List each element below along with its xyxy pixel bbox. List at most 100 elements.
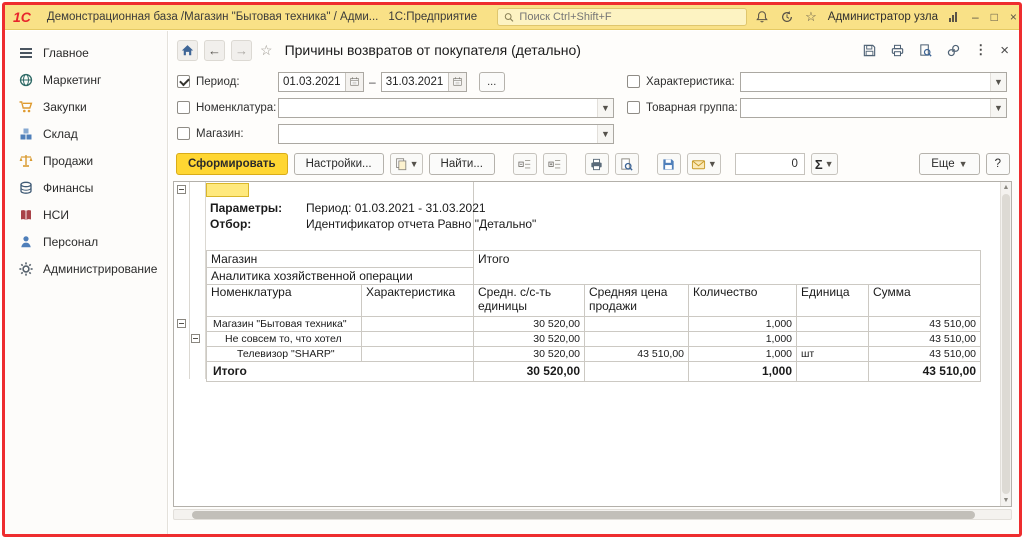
column-header[interactable]: Сумма [869, 285, 981, 317]
generate-button[interactable]: Сформировать [176, 153, 288, 175]
history-icon[interactable] [780, 10, 794, 24]
group-collapse-box[interactable] [191, 334, 200, 343]
cell-unit[interactable] [797, 362, 869, 382]
forward-button[interactable]: → [231, 40, 252, 61]
characteristic-field[interactable]: ▼ [740, 72, 1007, 92]
cell-sum[interactable]: 43 510,00 [869, 317, 981, 332]
send-mail-button[interactable]: ▼ [687, 153, 721, 175]
product-group-field[interactable]: ▼ [740, 98, 1007, 118]
cell-qty[interactable]: 1,000 [689, 347, 797, 362]
period-more-button[interactable]: ... [479, 72, 505, 92]
sidebar-item-nsi[interactable]: НСИ [5, 201, 167, 228]
sidebar-item-marketing[interactable]: Маркетинг [5, 66, 167, 93]
nomenclature-field[interactable]: ▼ [278, 98, 614, 118]
global-search[interactable] [497, 8, 747, 26]
minimize-button[interactable]: – [972, 11, 979, 23]
sidebar-item-personnel[interactable]: Персонал [5, 228, 167, 255]
expand-groups-button[interactable] [543, 153, 567, 175]
report-variants-button[interactable]: ▼ [390, 153, 423, 175]
sidebar-item-main[interactable]: Главное [5, 39, 167, 66]
period-from-input[interactable] [279, 76, 345, 88]
dropdown-arrow-icon[interactable]: ▼ [990, 73, 1006, 91]
cell-price[interactable] [585, 332, 689, 347]
cell-name[interactable]: Телевизор "SHARP" [207, 347, 362, 362]
save-icon[interactable] [862, 43, 877, 58]
find-button[interactable]: Найти... [429, 153, 495, 175]
vertical-scrollbar[interactable]: ▲ ▼ [1000, 182, 1011, 506]
group-collapse-box[interactable] [177, 319, 186, 328]
cell-price[interactable] [585, 362, 689, 382]
cell-unit[interactable] [797, 332, 869, 347]
group-collapse-box[interactable] [177, 185, 186, 194]
product-group-checkbox[interactable] [627, 101, 640, 114]
cell-price[interactable]: 43 510,00 [585, 347, 689, 362]
dropdown-arrow-icon[interactable]: ▼ [597, 125, 613, 143]
column-header[interactable]: Средн. с/с-ть единицы [474, 285, 585, 317]
more-button[interactable]: Еще ▼ [919, 153, 979, 175]
cell-qty[interactable]: 1,000 [689, 362, 797, 382]
settings-button[interactable]: Настройки... [294, 153, 384, 175]
period-to-field[interactable] [381, 72, 467, 92]
sidebar-item-warehouse[interactable]: Склад [5, 120, 167, 147]
calendar-icon[interactable] [448, 73, 466, 91]
spreadsheet[interactable]: Параметры: Период: 01.03.2021 - 31.03.20… [174, 182, 1000, 506]
cell-sum[interactable]: 43 510,00 [869, 332, 981, 347]
cell-cost[interactable]: 30 520,00 [474, 347, 585, 362]
preview-button[interactable] [615, 153, 639, 175]
cell-price[interactable] [585, 317, 689, 332]
cell-name[interactable]: Магазин "Бытовая техника" [207, 317, 362, 332]
cell-unit[interactable] [797, 317, 869, 332]
column-header[interactable]: Характеристика [362, 285, 474, 317]
column-header[interactable]: Средняя цена продажи [585, 285, 689, 317]
notifications-bell-icon[interactable] [755, 10, 769, 24]
cell-characteristic[interactable] [362, 347, 474, 362]
connection-icon[interactable] [949, 12, 957, 22]
user-menu[interactable]: Администратор узла [828, 11, 938, 23]
store-checkbox[interactable] [177, 127, 190, 140]
scroll-up-icon[interactable]: ▲ [1001, 184, 1011, 191]
scroll-down-icon[interactable]: ▼ [1001, 497, 1011, 504]
collapse-groups-button[interactable] [513, 153, 537, 175]
column-header[interactable]: Единица [797, 285, 869, 317]
horizontal-scrollbar[interactable] [173, 509, 1012, 520]
cell-total-label[interactable]: Итого [207, 362, 474, 382]
preview-icon[interactable] [918, 43, 933, 58]
cell-unit[interactable]: шт [797, 347, 869, 362]
home-button[interactable] [177, 40, 198, 61]
calendar-icon[interactable] [345, 73, 363, 91]
print-icon[interactable] [890, 43, 905, 58]
header-cell-total[interactable]: Итого [474, 251, 981, 285]
column-header[interactable]: Номенклатура [207, 285, 362, 317]
cell-characteristic[interactable] [362, 332, 474, 347]
sidebar-item-sales[interactable]: Продажи [5, 147, 167, 174]
favorites-star-icon[interactable]: ☆ [805, 9, 817, 25]
period-from-field[interactable] [278, 72, 364, 92]
favorite-star-icon[interactable]: ☆ [260, 42, 273, 59]
cell-qty[interactable]: 1,000 [689, 317, 797, 332]
sidebar-item-purchases[interactable]: Закупки [5, 93, 167, 120]
header-cell-store[interactable]: Магазин [207, 251, 474, 268]
sidebar-item-administration[interactable]: Администрирование [5, 255, 167, 282]
period-checkbox[interactable] [177, 75, 190, 88]
cell-cost[interactable]: 30 520,00 [474, 362, 585, 382]
cell-sum[interactable]: 43 510,00 [869, 347, 981, 362]
cell-qty[interactable]: 1,000 [689, 332, 797, 347]
characteristic-checkbox[interactable] [627, 75, 640, 88]
dropdown-arrow-icon[interactable]: ▼ [990, 99, 1006, 117]
help-button[interactable]: ? [986, 153, 1010, 175]
column-header[interactable]: Количество [689, 285, 797, 317]
print-button[interactable] [585, 153, 609, 175]
search-input[interactable] [519, 11, 740, 23]
sigma-button[interactable]: Σ ▼ [811, 153, 838, 175]
cell-cost[interactable]: 30 520,00 [474, 332, 585, 347]
header-cell-analytics[interactable]: Аналитика хозяйственной операции [207, 268, 474, 285]
cell-cost[interactable]: 30 520,00 [474, 317, 585, 332]
dropdown-arrow-icon[interactable]: ▼ [597, 99, 613, 117]
cell-name[interactable]: Не совсем то, что хотел [207, 332, 362, 347]
nomenclature-checkbox[interactable] [177, 101, 190, 114]
close-form-icon[interactable]: × [1000, 42, 1009, 59]
save-button[interactable] [657, 153, 681, 175]
quick-sum-field[interactable]: 0 [735, 153, 805, 175]
vertical-scrollbar-thumb[interactable] [1002, 194, 1010, 494]
maximize-button[interactable]: □ [991, 11, 998, 23]
